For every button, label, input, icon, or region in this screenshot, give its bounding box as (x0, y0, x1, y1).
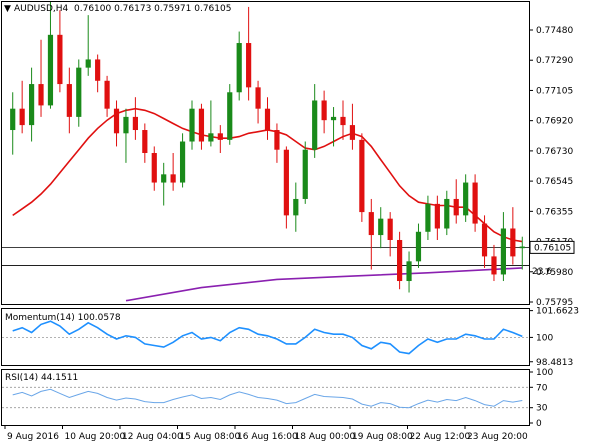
candle-body (340, 116, 346, 126)
candle-body (189, 108, 195, 142)
current-price-label: 0.76105 (534, 243, 571, 253)
candle-body (510, 228, 516, 257)
rsi-tick-label: 0 (536, 419, 542, 429)
rsi-tick-label: 100 (536, 368, 553, 378)
candle-body (491, 256, 497, 275)
momentum-tick-label: 98.4813 (536, 358, 573, 368)
candle-body (57, 34, 63, 85)
candle-body (255, 87, 261, 109)
candle-body (246, 43, 252, 88)
momentum-tick-label: 100 (536, 333, 553, 343)
price-tick-label: 0.76355 (536, 207, 573, 217)
candle (302, 141, 308, 204)
price-tick-label: 0.76920 (536, 117, 573, 127)
fib-level-label: 23.6 (532, 267, 552, 277)
candle-body (481, 223, 488, 257)
candle-body (76, 67, 82, 117)
candle-body (283, 149, 289, 216)
candle-body (330, 116, 337, 121)
candle-body (359, 139, 365, 213)
candle-body (274, 130, 280, 150)
candle-body (519, 246, 525, 249)
rsi-panel (1, 369, 530, 426)
rsi-tick-label: 70 (536, 383, 548, 393)
candle-body (142, 130, 148, 153)
candle-body (472, 182, 478, 224)
candle-body (463, 182, 469, 216)
candle-body (378, 218, 384, 236)
candle-body (104, 80, 110, 109)
candle-body (397, 239, 403, 282)
candle-body (208, 133, 214, 142)
rsi-tick-label: 30 (536, 404, 548, 414)
candle-body (66, 84, 72, 117)
candle-body (434, 203, 440, 229)
candle-body (293, 198, 299, 216)
time-tick-label: 12 Aug 04:00 (122, 432, 183, 442)
candle-body (47, 34, 54, 106)
main-panel (1, 1, 530, 305)
candle (397, 231, 403, 290)
candle-body (161, 174, 167, 183)
candle-body (217, 133, 223, 140)
candle (472, 174, 478, 232)
price-tick-label: 0.77480 (536, 26, 573, 36)
time-tick-label: 19 Aug 08:00 (352, 432, 413, 442)
candle-body (406, 261, 412, 282)
time-tick-label: 23 Aug 20:00 (467, 432, 528, 442)
candle-body (113, 108, 120, 134)
collapse-arrow-icon[interactable]: ▼ (4, 4, 11, 14)
candle-body (321, 100, 327, 121)
price-tick-label: 0.77290 (536, 56, 573, 66)
candle-body (302, 149, 308, 199)
candle-body (227, 92, 233, 140)
ohlc-values: 0.76100 0.76173 0.75971 0.76105 (74, 4, 231, 14)
candle-body (387, 218, 393, 240)
candle-body (415, 231, 422, 262)
candle-body (368, 212, 374, 236)
candle-body (151, 153, 157, 183)
symbol-timeframe: AUDUSD,H4 (14, 4, 69, 14)
candle-body (132, 116, 138, 131)
time-tick-label: 9 Aug 2016 (7, 432, 59, 442)
candle-body (179, 141, 186, 183)
candle-body (453, 198, 459, 216)
candle-body (444, 198, 450, 229)
price-tick-label: 0.77105 (536, 86, 573, 96)
rsi-label: RSI(14) 44.1511 (5, 373, 78, 383)
candle-body (349, 125, 356, 140)
candle-body (425, 203, 431, 232)
price-tick-label: 0.76730 (536, 147, 573, 157)
candle (359, 133, 365, 222)
time-tick-label: 15 Aug 08:00 (180, 432, 241, 442)
trading-chart: 0.77480 0.77290 0.77105 0.76920 0.76730 0.765… (1, 1, 579, 442)
price-tick-label: 0.76545 (536, 177, 573, 187)
candle-body (236, 43, 242, 93)
time-tick-label: 22 Aug 12:00 (410, 432, 471, 442)
momentum-tick-label: 101.6623 (536, 307, 579, 317)
candle-body (198, 108, 205, 142)
candle-body (10, 108, 16, 131)
candle-body (312, 100, 318, 150)
candle-body (38, 84, 44, 106)
candle-body (28, 84, 35, 126)
candle-body (85, 59, 91, 68)
candle-body (170, 174, 176, 183)
time-tick-label: 10 Aug 20:00 (65, 432, 126, 442)
candle-body (264, 108, 271, 131)
candle-body (19, 108, 25, 126)
candle-body (123, 116, 129, 134)
candle (227, 84, 233, 145)
candle-body (500, 228, 507, 275)
candle (76, 59, 82, 127)
time-tick-label: 16 Aug 16:00 (237, 432, 298, 442)
candle-body (95, 59, 101, 81)
momentum-label: Momentum(14) 100.0578 (5, 313, 121, 323)
time-tick-label: 18 Aug 00:00 (295, 432, 356, 442)
